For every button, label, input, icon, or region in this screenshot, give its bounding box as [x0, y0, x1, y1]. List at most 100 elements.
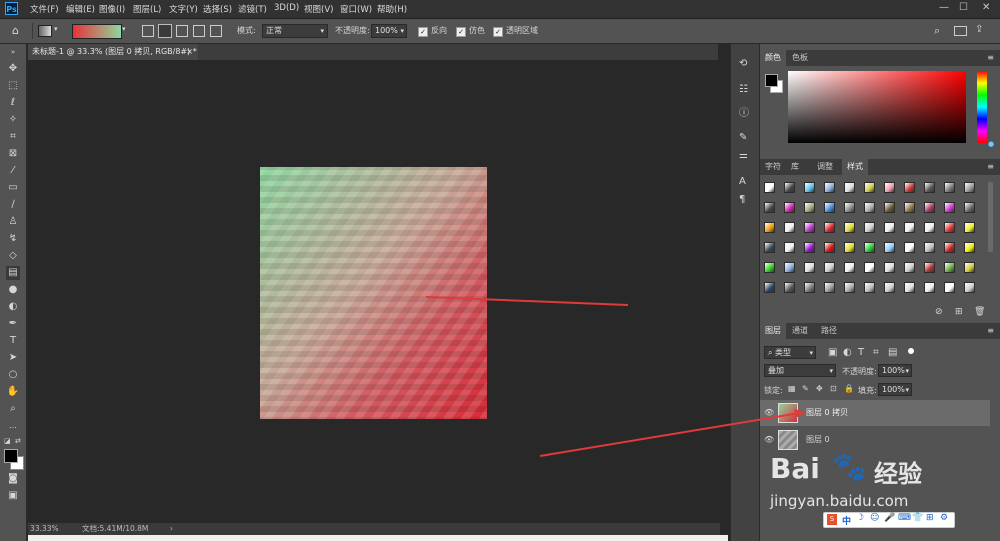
- style-preset-swatch[interactable]: [804, 222, 815, 233]
- filter-toggle-icon[interactable]: [908, 348, 914, 354]
- chevron-down-icon[interactable]: ▾: [122, 25, 126, 33]
- style-preset-swatch[interactable]: [864, 202, 875, 213]
- mode-select[interactable]: 正常 ▾: [262, 24, 328, 38]
- linear-gradient-icon[interactable]: [142, 25, 154, 37]
- ime-keyboard-icon[interactable]: ⌨: [898, 513, 911, 523]
- style-preset-swatch[interactable]: [904, 262, 915, 273]
- style-preset-swatch[interactable]: [924, 202, 935, 213]
- eyedropper-tool-icon[interactable]: ⁄: [6, 164, 20, 178]
- crop-tool-icon[interactable]: ⌗: [6, 130, 20, 144]
- style-preset-swatch[interactable]: [944, 202, 955, 213]
- style-preset-swatch[interactable]: [804, 182, 815, 193]
- menu-layer[interactable]: 图层(L): [133, 3, 161, 15]
- marquee-tool-icon[interactable]: ⬚: [6, 79, 20, 93]
- style-preset-swatch[interactable]: [944, 242, 955, 253]
- style-preset-swatch[interactable]: [964, 282, 975, 293]
- style-preset-swatch[interactable]: [864, 262, 875, 273]
- style-preset-swatch[interactable]: [964, 182, 975, 193]
- default-colors-icon[interactable]: ◪: [4, 437, 11, 445]
- gradient-tool-icon[interactable]: ▤: [6, 266, 20, 280]
- reverse-checkbox[interactable]: ✓: [418, 27, 428, 37]
- lock-image-icon[interactable]: ✎: [802, 384, 809, 393]
- hue-slider-handle[interactable]: ●: [988, 140, 994, 148]
- properties-icon[interactable]: ☷: [739, 84, 748, 95]
- filter-type-icon[interactable]: T: [858, 347, 864, 358]
- info-icon[interactable]: ⓘ: [739, 104, 749, 119]
- menu-help[interactable]: 帮助(H): [377, 3, 407, 15]
- style-preset-swatch[interactable]: [844, 242, 855, 253]
- style-preset-swatch[interactable]: [784, 182, 795, 193]
- gradient-picker[interactable]: [72, 24, 122, 39]
- ime-voice-icon[interactable]: 🎤: [884, 513, 895, 523]
- style-preset-swatch[interactable]: [864, 282, 875, 293]
- hand-tool-icon[interactable]: ✋: [6, 385, 20, 399]
- path-selection-tool-icon[interactable]: ➤: [6, 351, 20, 365]
- transparency-checkbox[interactable]: ✓: [493, 27, 503, 37]
- style-preset-swatch[interactable]: [944, 262, 955, 273]
- home-icon[interactable]: ⌂: [12, 24, 19, 37]
- filter-adjustment-icon[interactable]: ◐: [843, 347, 852, 358]
- filter-pixel-icon[interactable]: ▣: [828, 347, 837, 358]
- tab-adjustments[interactable]: 调整: [812, 159, 838, 175]
- style-preset-swatch[interactable]: [824, 262, 835, 273]
- tab-channels[interactable]: 通道: [787, 323, 813, 339]
- style-preset-swatch[interactable]: [924, 222, 935, 233]
- style-preset-swatch[interactable]: [904, 282, 915, 293]
- style-preset-swatch[interactable]: [924, 262, 935, 273]
- close-tab-icon[interactable]: ×: [186, 44, 193, 60]
- style-preset-swatch[interactable]: [784, 202, 795, 213]
- menu-type[interactable]: 文字(Y): [169, 3, 198, 15]
- tab-color[interactable]: 颜色: [760, 50, 786, 66]
- style-preset-swatch[interactable]: [804, 282, 815, 293]
- style-preset-swatch[interactable]: [864, 182, 875, 193]
- canvas-area[interactable]: [28, 60, 720, 523]
- lock-all-icon[interactable]: 🔒: [844, 384, 854, 393]
- style-preset-swatch[interactable]: [824, 182, 835, 193]
- shape-tool-icon[interactable]: ○: [6, 368, 20, 382]
- panel-menu-icon[interactable]: ≡: [987, 162, 994, 171]
- healing-brush-tool-icon[interactable]: ▭: [6, 181, 20, 195]
- layer-name[interactable]: 图层 0 拷贝: [806, 400, 848, 426]
- style-preset-swatch[interactable]: [964, 242, 975, 253]
- style-preset-swatch[interactable]: [844, 182, 855, 193]
- style-preset-swatch[interactable]: [824, 282, 835, 293]
- tab-character[interactable]: 字符: [760, 159, 786, 175]
- style-preset-swatch[interactable]: [824, 222, 835, 233]
- style-preset-swatch[interactable]: [804, 262, 815, 273]
- style-preset-swatch[interactable]: [884, 222, 895, 233]
- character-icon[interactable]: A: [739, 176, 746, 187]
- style-preset-swatch[interactable]: [824, 242, 835, 253]
- style-preset-swatch[interactable]: [884, 202, 895, 213]
- style-preset-swatch[interactable]: [784, 262, 795, 273]
- layer-filter-select[interactable]: ⌕ 类型 ▾: [764, 346, 816, 359]
- style-preset-swatch[interactable]: [884, 282, 895, 293]
- pen-tool-icon[interactable]: ✒: [6, 317, 20, 331]
- style-preset-swatch[interactable]: [884, 242, 895, 253]
- style-preset-swatch[interactable]: [804, 202, 815, 213]
- foreground-color-chip[interactable]: [765, 74, 778, 87]
- eye-icon[interactable]: 👁: [764, 427, 774, 453]
- style-preset-swatch[interactable]: [884, 262, 895, 273]
- tab-layers[interactable]: 图层: [760, 323, 786, 339]
- style-preset-swatch[interactable]: [764, 222, 775, 233]
- style-preset-swatch[interactable]: [904, 202, 915, 213]
- style-preset-swatch[interactable]: [864, 222, 875, 233]
- blur-tool-icon[interactable]: ●: [6, 283, 20, 297]
- style-preset-swatch[interactable]: [924, 242, 935, 253]
- dither-checkbox[interactable]: ✓: [456, 27, 466, 37]
- style-preset-swatch[interactable]: [844, 262, 855, 273]
- move-tool-icon[interactable]: ✥: [6, 62, 20, 76]
- style-preset-swatch[interactable]: [964, 222, 975, 233]
- layer-name[interactable]: 图层 0: [806, 427, 830, 453]
- opacity-input[interactable]: 100% ▾: [371, 24, 407, 38]
- tab-libraries[interactable]: 库: [786, 159, 804, 175]
- status-menu-arrow[interactable]: ›: [170, 523, 173, 535]
- filter-shape-icon[interactable]: ⌗: [873, 347, 879, 358]
- style-preset-swatch[interactable]: [904, 182, 915, 193]
- styles-scrollbar[interactable]: [988, 182, 993, 252]
- ime-toolbox-icon[interactable]: ⊞: [926, 513, 934, 523]
- style-preset-swatch[interactable]: [884, 182, 895, 193]
- angle-gradient-icon[interactable]: [176, 25, 188, 37]
- type-tool-icon[interactable]: T: [6, 334, 20, 348]
- fill-input[interactable]: 100% ▾: [878, 383, 912, 396]
